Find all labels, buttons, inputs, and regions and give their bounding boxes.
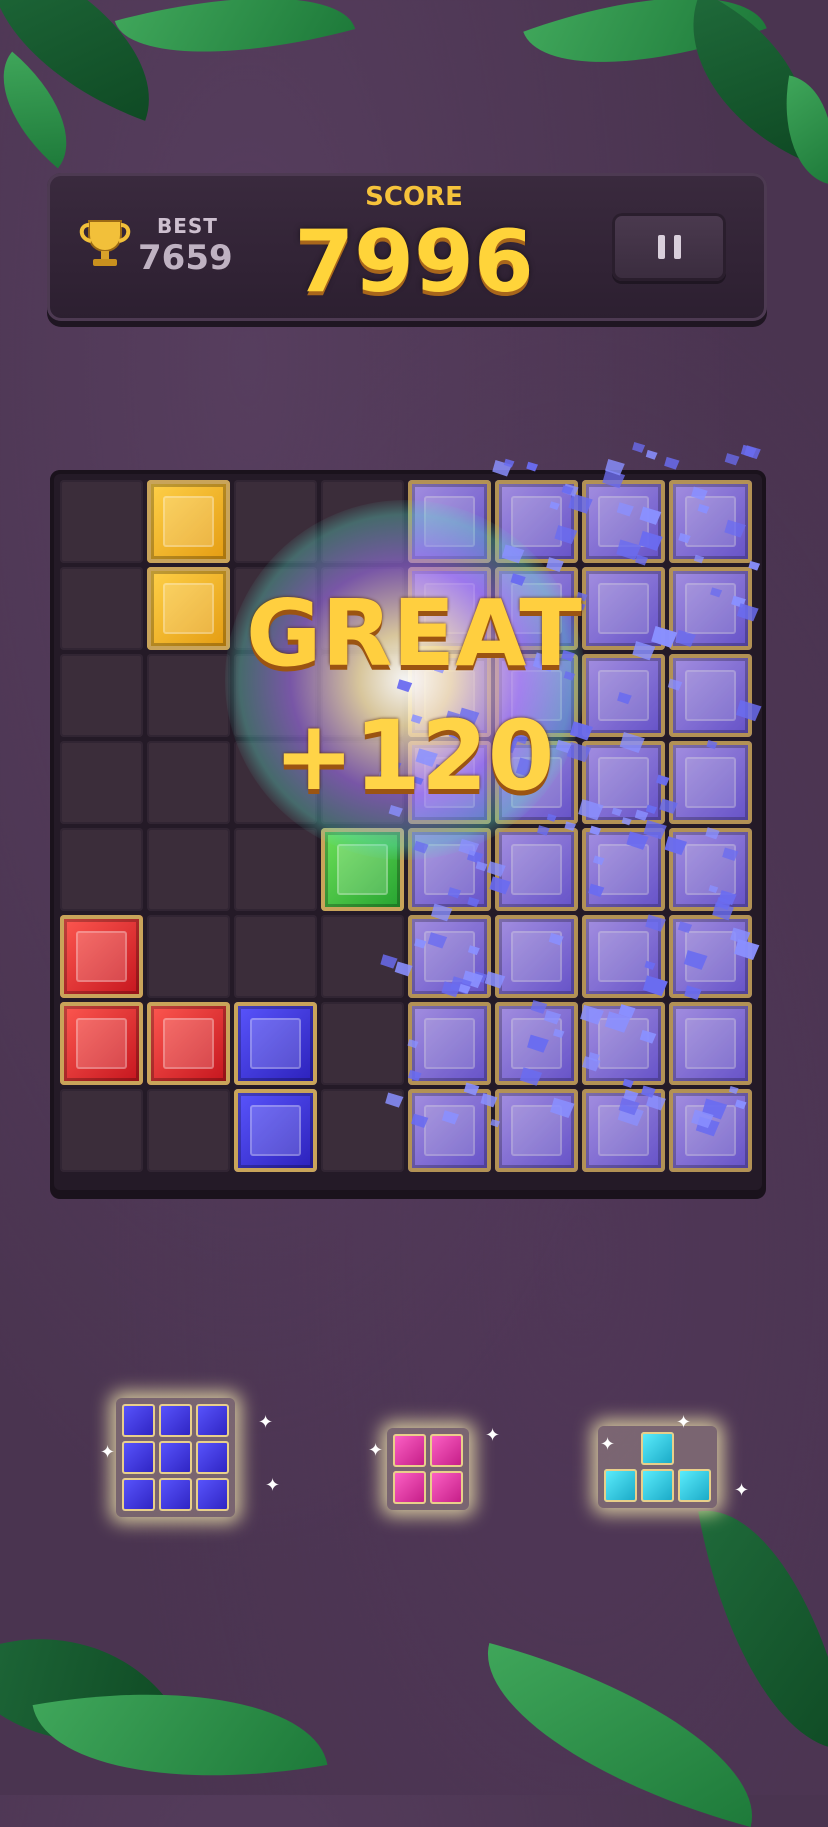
gem-block-blue xyxy=(234,1002,317,1085)
sparkle-icon: ✦ xyxy=(734,1480,750,1501)
sparkle-icon: ✦ xyxy=(368,1440,384,1461)
board-cell[interactable] xyxy=(234,915,317,998)
clearing-gem xyxy=(495,1089,578,1172)
board-cell[interactable] xyxy=(321,915,404,998)
clearing-gem xyxy=(408,915,491,998)
shard-particle xyxy=(645,449,658,460)
clearing-gem xyxy=(582,1002,665,1085)
leaf-decoration-top-left xyxy=(114,0,356,89)
board-cell[interactable] xyxy=(321,1002,404,1085)
board-cell[interactable] xyxy=(60,828,143,911)
piece-block-pink xyxy=(393,1434,426,1467)
piece-block-pink xyxy=(430,1471,463,1504)
piece-block-blue xyxy=(122,1404,155,1437)
leaf-decoration-bottom-right xyxy=(698,1492,828,1768)
piece-block-blue xyxy=(159,1478,192,1511)
combo-points: +120 xyxy=(273,700,555,812)
clearing-gem xyxy=(582,1089,665,1172)
pause-icon xyxy=(673,235,681,259)
sparkle-icon: ✦ xyxy=(600,1434,616,1455)
piece-block-cyan xyxy=(678,1469,711,1502)
piece-block-blue xyxy=(122,1478,155,1511)
piece-block-blue xyxy=(159,1441,192,1474)
board-cell[interactable] xyxy=(147,915,230,998)
pause-button[interactable] xyxy=(612,213,726,281)
clearing-gem xyxy=(669,1089,752,1172)
shard-particle xyxy=(503,458,515,468)
piece-block-blue xyxy=(122,1441,155,1474)
piece-block-blue xyxy=(196,1478,229,1511)
board-cell[interactable] xyxy=(321,1089,404,1172)
clearing-gem xyxy=(669,915,752,998)
piece-block-blue xyxy=(159,1404,192,1437)
shard-particle xyxy=(632,441,646,453)
gem-block-red xyxy=(60,915,143,998)
board-cell[interactable] xyxy=(147,1089,230,1172)
clearing-gem xyxy=(495,828,578,911)
gem-block-red xyxy=(147,1002,230,1085)
piece-block-blue xyxy=(196,1404,229,1437)
sparkle-icon: ✦ xyxy=(485,1425,501,1446)
board-cell[interactable] xyxy=(147,828,230,911)
clearing-gem xyxy=(669,1002,752,1085)
piece-block-pink xyxy=(430,1434,463,1467)
clearing-gem xyxy=(669,480,752,563)
tray-piece-cyan-t[interactable] xyxy=(598,1426,726,1514)
sparkle-icon: ✦ xyxy=(100,1442,116,1463)
gem-block-red xyxy=(60,1002,143,1085)
shard-particle xyxy=(740,444,757,458)
clearing-gem xyxy=(495,1002,578,1085)
piece-block-cyan xyxy=(604,1469,637,1502)
piece-block-cyan xyxy=(641,1432,674,1465)
piece-block-pink xyxy=(393,1471,426,1504)
clearing-gem xyxy=(669,828,752,911)
clearing-gem xyxy=(582,480,665,563)
tray-piece-pink-square[interactable] xyxy=(387,1428,475,1516)
shard-particle xyxy=(744,445,761,460)
tray-piece-blue-square[interactable] xyxy=(116,1398,244,1526)
clearing-gem xyxy=(495,915,578,998)
sparkle-icon: ✦ xyxy=(265,1475,281,1496)
gem-block-blue xyxy=(234,1089,317,1172)
piece-block-cyan xyxy=(641,1469,674,1502)
clearing-gem xyxy=(408,1089,491,1172)
piece-block-blue xyxy=(196,1441,229,1474)
score-label: SCORE xyxy=(365,182,463,212)
shard-particle xyxy=(724,453,740,466)
clearing-gem xyxy=(582,915,665,998)
clearing-gem xyxy=(408,1002,491,1085)
clearing-gem xyxy=(582,828,665,911)
board-cell[interactable] xyxy=(234,828,317,911)
board-cell[interactable] xyxy=(60,1089,143,1172)
board-cell[interactable] xyxy=(60,480,143,563)
gem-block-yellow xyxy=(147,480,230,563)
combo-text: GREAT xyxy=(245,580,582,687)
pause-icon xyxy=(657,235,665,259)
leaf-decoration-bottom-right xyxy=(460,1643,780,1827)
sparkle-icon: ✦ xyxy=(676,1412,692,1433)
shard-particle xyxy=(664,456,680,470)
sparkle-icon: ✦ xyxy=(258,1412,274,1433)
